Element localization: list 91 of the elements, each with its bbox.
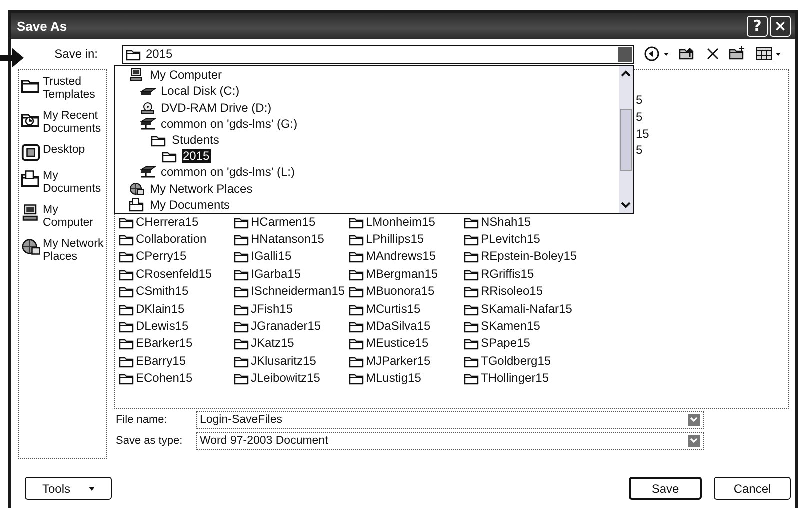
computer-icon — [21, 204, 41, 222]
folder-item[interactable]: THollinger15 — [464, 370, 579, 387]
places-item[interactable]: Desktop — [21, 144, 104, 162]
location-item[interactable]: Students — [171, 132, 220, 147]
places-item[interactable]: My Network Places — [21, 238, 104, 264]
folder-item[interactable]: SKamen15 — [464, 317, 579, 335]
folder-item[interactable]: RRisoleo15 — [464, 282, 579, 300]
cancel-button[interactable]: Cancel — [714, 477, 791, 500]
file-name-field[interactable]: Login-SaveFiles — [196, 410, 704, 428]
network-drive-icon — [140, 116, 156, 131]
views-icon[interactable] — [756, 46, 782, 62]
folder-item[interactable]: ECohen15 — [119, 370, 234, 387]
places-item[interactable]: My Recent Documents — [21, 110, 104, 136]
folder-item[interactable]: Collaboration — [119, 230, 234, 248]
file-name: 15 — [636, 126, 650, 142]
folder-item[interactable]: LPhillips15 — [349, 230, 464, 248]
chevron-down-icon — [688, 434, 700, 446]
location-item[interactable]: DVD-RAM Drive (D:) — [160, 100, 273, 115]
window-title: Save As — [17, 18, 68, 34]
location-item[interactable]: common on 'gds-lms' (G:) — [160, 116, 299, 131]
location-item[interactable]: Local Disk (C:) — [160, 84, 241, 98]
folder-item[interactable]: IGalli15 — [234, 248, 349, 266]
scrollbar[interactable] — [619, 66, 633, 213]
folder-item[interactable]: CPerry15 — [119, 248, 234, 266]
save-in-dropdown[interactable]: 2015 — [122, 44, 634, 64]
places-item[interactable]: My Documents — [21, 170, 104, 196]
folder-item[interactable]: JKatz15 — [234, 334, 349, 352]
folder-item[interactable]: TGoldberg15 — [464, 352, 579, 370]
globe-computer-icon — [129, 182, 145, 196]
folder-item[interactable]: MJParker15 — [349, 352, 464, 370]
location-item[interactable]: My Computer — [149, 68, 224, 82]
globe-computer-icon — [21, 238, 41, 256]
scroll-thumb[interactable] — [620, 108, 632, 170]
scroll-down-icon[interactable] — [621, 202, 631, 210]
close-button[interactable]: × — [770, 16, 791, 36]
location-item[interactable]: My Network Places — [149, 182, 254, 196]
folder-item[interactable]: MDaSilva15 — [349, 317, 464, 335]
computer-icon — [129, 68, 145, 82]
folder-item[interactable]: MBuonora15 — [349, 282, 464, 300]
folder-item[interactable]: MCurtis15 — [349, 300, 464, 318]
chevron-down-icon — [688, 414, 700, 426]
help-button[interactable]: ? — [747, 16, 768, 36]
file-name: 5 — [636, 92, 644, 109]
folder-item[interactable]: JFish15 — [234, 300, 349, 318]
save-button[interactable]: Save — [629, 477, 702, 500]
folder-item[interactable]: REpstein-Boley15 — [464, 248, 579, 266]
desktop-icon — [21, 144, 41, 162]
folder-item[interactable]: CHerrera15 — [119, 213, 234, 230]
folder-item[interactable]: CRosenfeld15 — [119, 265, 234, 283]
documents-folder-icon — [21, 170, 41, 188]
file-name: 5 — [636, 108, 644, 126]
folder-item[interactable]: PLevitch15 — [464, 230, 579, 248]
folder-item[interactable]: MLustig15 — [349, 370, 464, 387]
folder-item[interactable]: HCarmen15 — [234, 213, 349, 230]
folder-item[interactable]: IGarba15 — [234, 265, 349, 283]
delete-icon[interactable] — [706, 47, 720, 61]
tools-button[interactable]: Tools — [25, 477, 112, 500]
back-icon[interactable] — [644, 46, 670, 62]
network-drive-icon — [140, 165, 156, 180]
dropdown-value: 2015 — [146, 47, 173, 61]
location-item[interactable]: common on 'gds-lms' (L:) — [160, 165, 296, 180]
folder-item[interactable]: NShah15 — [464, 213, 579, 230]
folder-item[interactable]: MAndrews15 — [349, 248, 464, 266]
scroll-up-icon[interactable] — [621, 69, 631, 77]
folder-item[interactable]: DLewis15 — [119, 317, 234, 335]
folder-item[interactable]: MBergman15 — [349, 265, 464, 283]
folder-item[interactable]: JKlusaritz15 — [234, 352, 349, 370]
file-type-dropdown[interactable]: Word 97-2003 Document — [196, 432, 704, 450]
field-label: File name: — [115, 414, 168, 426]
folder-item[interactable]: EBarry15 — [119, 352, 234, 370]
folder-item[interactable]: MEustice15 — [349, 334, 464, 352]
new-folder-icon[interactable] — [729, 46, 747, 62]
folder-item[interactable]: DKlain15 — [119, 300, 234, 318]
folder-item[interactable]: JGranader15 — [234, 317, 349, 335]
field-label: Save as type: — [115, 434, 184, 446]
folder-item[interactable]: JLeibowitz15 — [234, 370, 349, 387]
places-item[interactable]: Trusted Templates — [21, 76, 104, 102]
folder-item[interactable]: ISchneiderman15 — [234, 282, 349, 300]
location-item[interactable]: 2015 — [182, 149, 211, 164]
disc-drive-icon — [140, 100, 156, 115]
folder-item[interactable]: LMonheim15 — [349, 213, 464, 230]
folder-item[interactable]: EBarker15 — [119, 334, 234, 352]
folder-item[interactable]: CSmith15 — [119, 282, 234, 300]
places-item[interactable]: My Computer — [21, 204, 104, 230]
folder-item[interactable]: HNatanson15 — [234, 230, 349, 248]
file-name: 5 — [636, 142, 644, 160]
folder-item[interactable]: RGriffis15 — [464, 265, 579, 283]
field-label: Save in: — [54, 47, 98, 61]
location-item[interactable]: My Documents — [149, 198, 232, 212]
folder-item[interactable]: SKamali-Nafar15 — [464, 300, 579, 318]
folder-item[interactable]: SPape15 — [464, 334, 579, 352]
